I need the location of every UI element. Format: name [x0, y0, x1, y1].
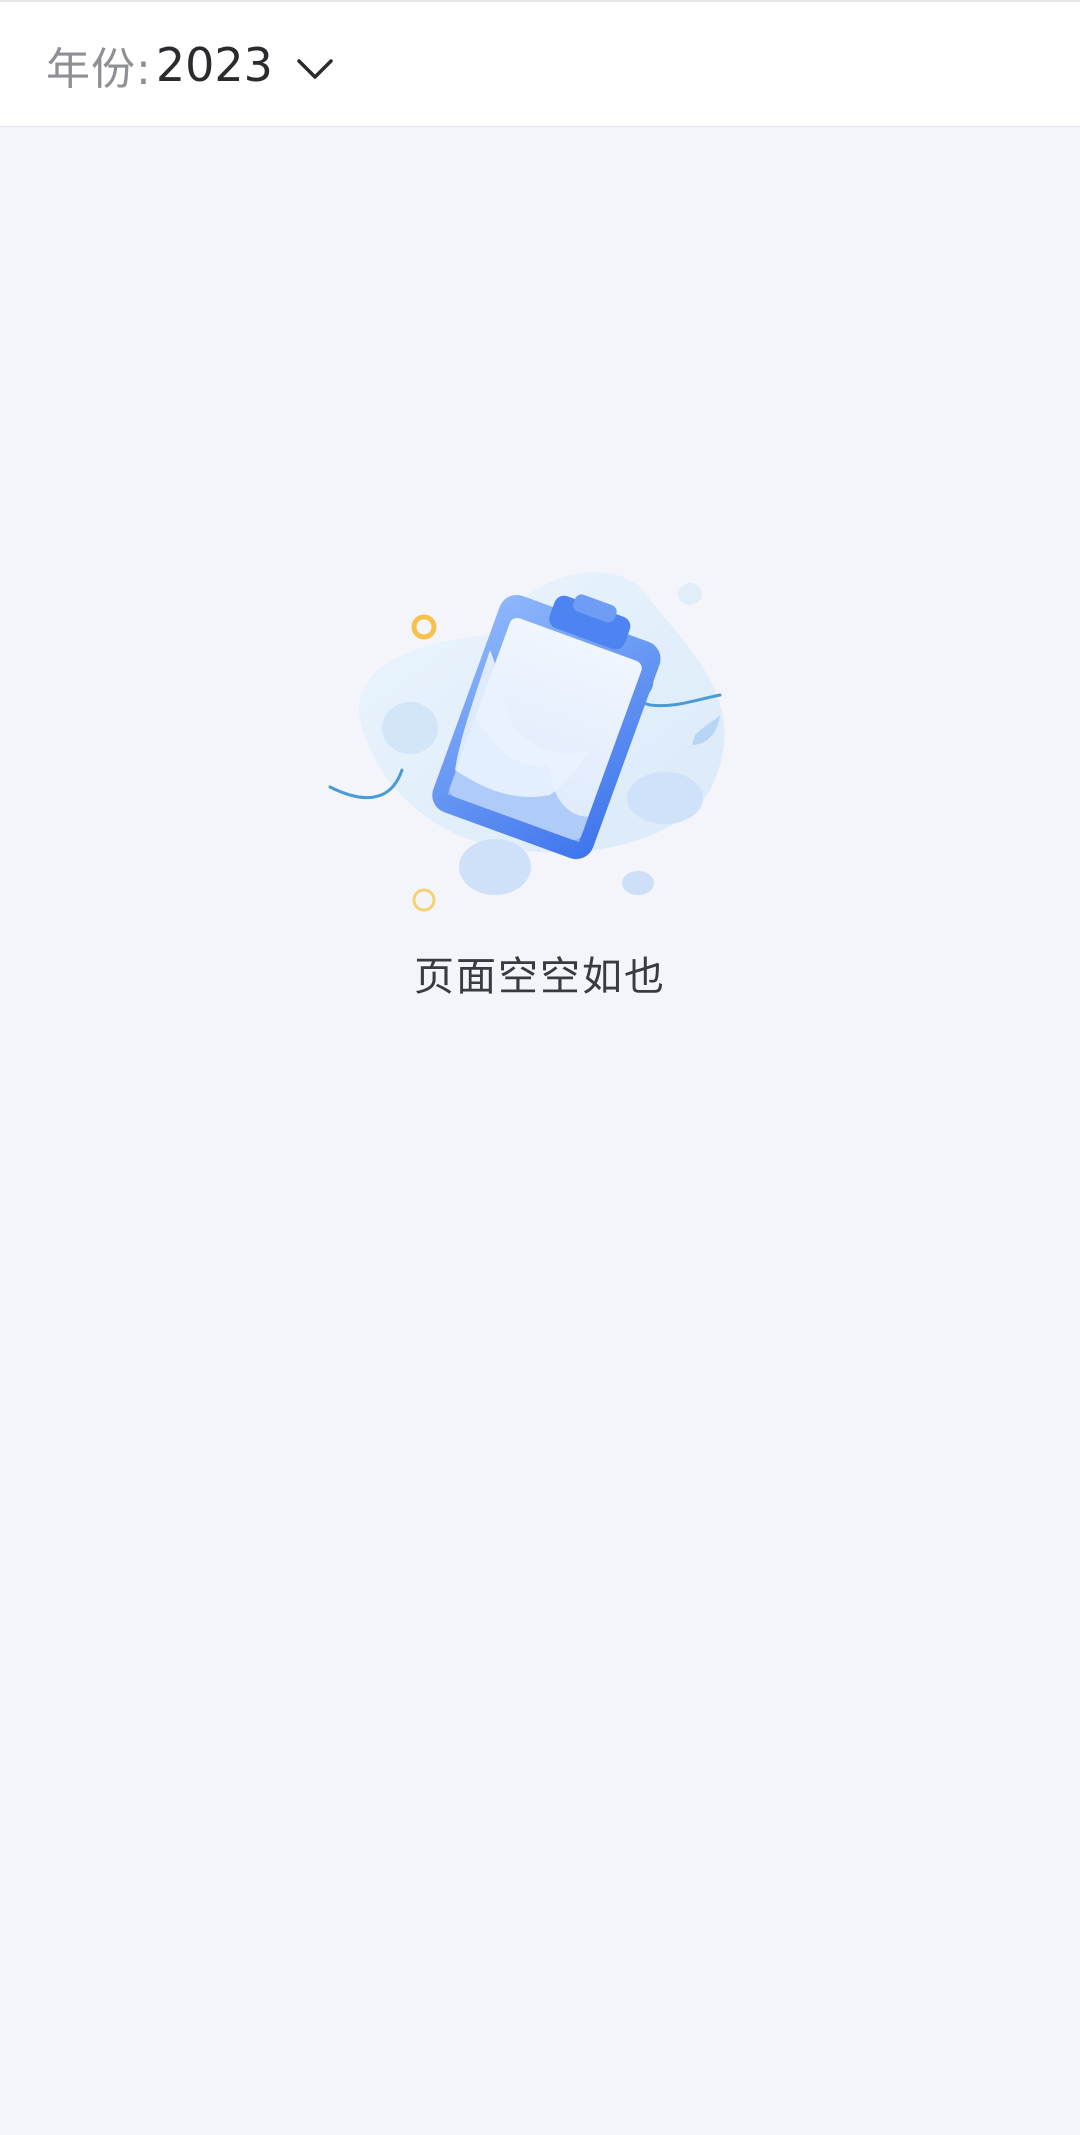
bubble: [622, 871, 654, 895]
yellow-ring-icon: [412, 888, 436, 912]
page: 年份: 2023 页面空空如也: [0, 0, 1080, 2135]
yellow-ring-icon: [411, 614, 437, 640]
empty-message: 页面空空如也: [414, 954, 666, 1000]
bubble: [627, 772, 703, 824]
year-selector[interactable]: 年份: 2023: [46, 30, 335, 100]
empty-state: 页面空空如也: [0, 540, 1080, 1002]
empty-clipboard-illustration: [328, 571, 725, 912]
bubble: [382, 702, 438, 754]
year-label: 年份:: [46, 44, 152, 95]
chevron-down-icon[interactable]: [295, 56, 335, 82]
year-value[interactable]: 2023: [156, 38, 273, 92]
bubble: [459, 839, 531, 895]
filter-bar: 年份: 2023: [0, 0, 1080, 127]
bubble: [678, 583, 702, 605]
